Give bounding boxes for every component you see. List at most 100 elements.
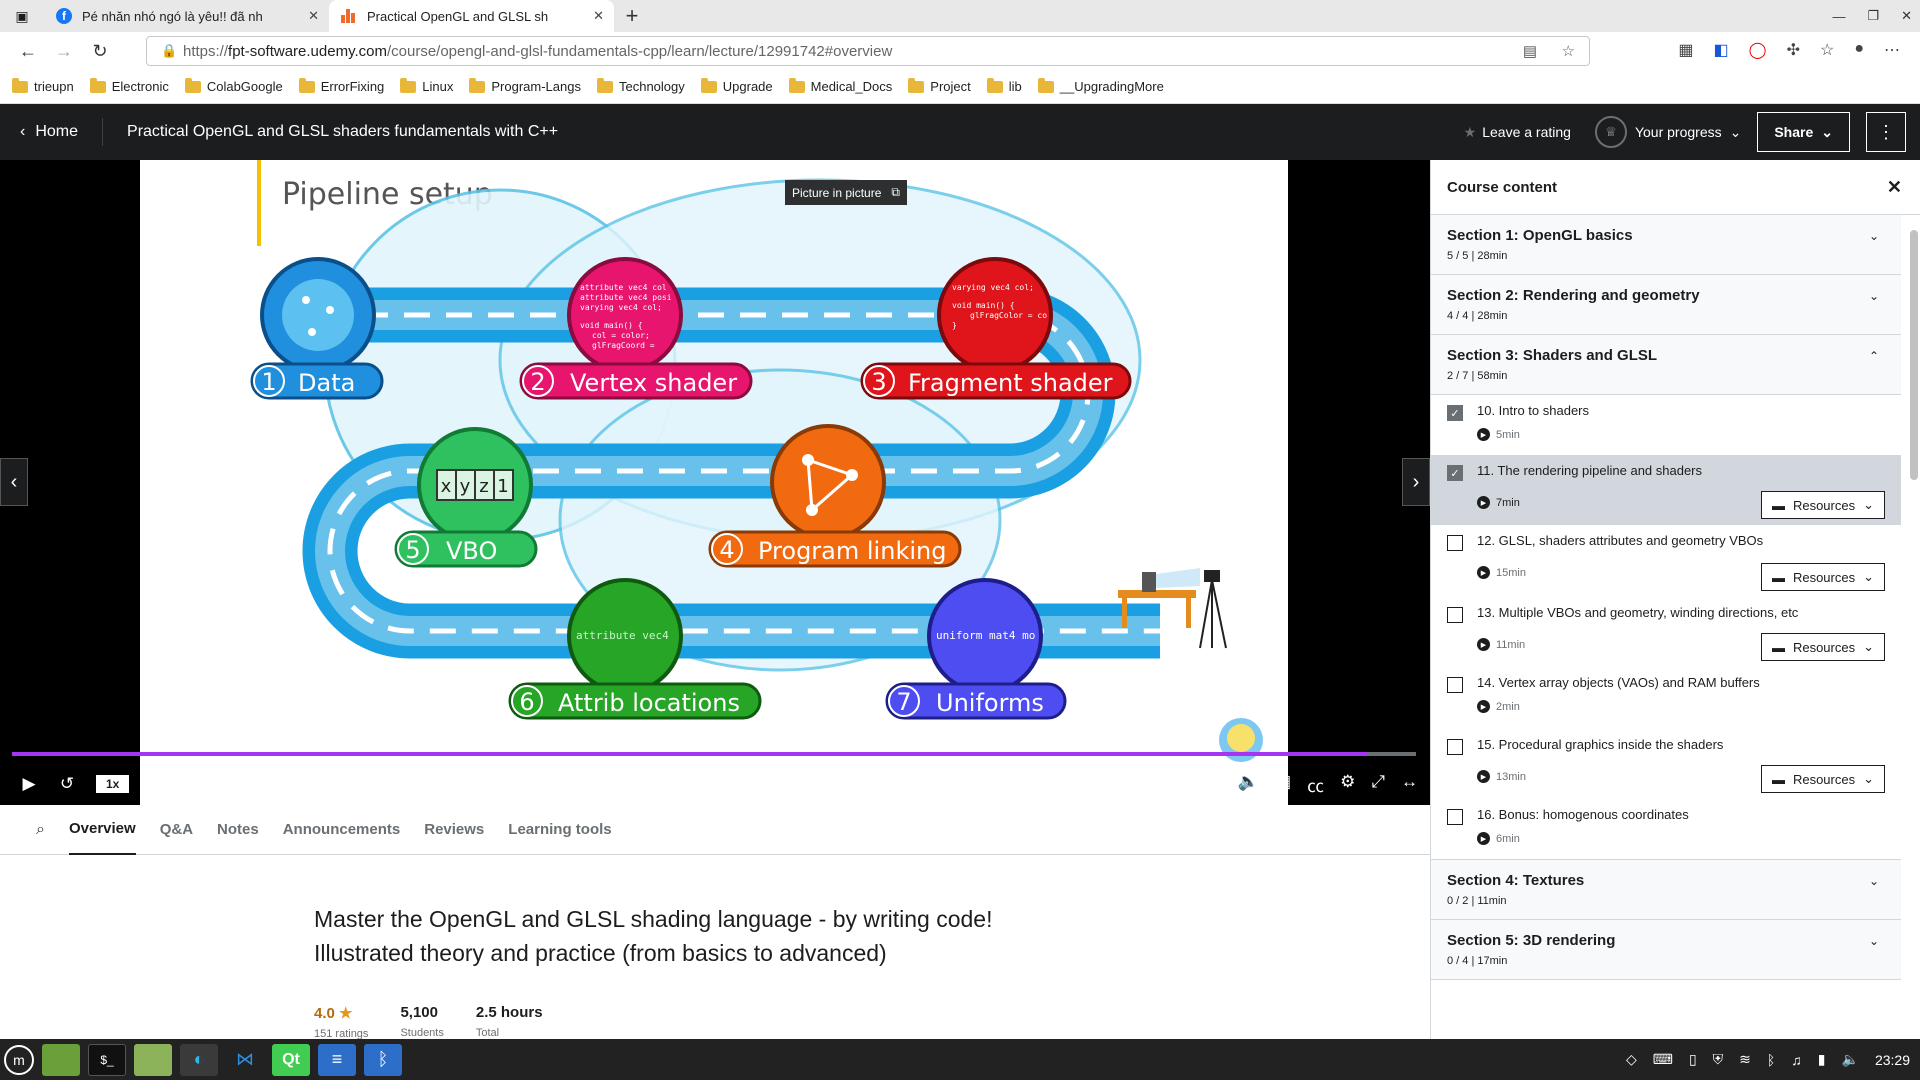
lecture-item[interactable]: 16. Bonus: homogenous coordinates ▶ 6min — [1431, 799, 1901, 859]
close-icon[interactable]: ✕ — [593, 8, 604, 24]
bluetooth-icon[interactable]: ᛒ — [1767, 1052, 1775, 1068]
checkbox[interactable] — [1447, 677, 1463, 693]
extensions-icon[interactable]: ✣ — [1787, 40, 1800, 60]
bookmark-folder[interactable]: Technology — [596, 77, 685, 94]
next-lecture-button[interactable]: › — [1402, 458, 1430, 506]
transcript-icon[interactable]: ▤ — [1275, 772, 1291, 797]
fullscreen-icon[interactable]: ⤢ — [1371, 772, 1385, 797]
close-window-icon[interactable]: ✕ — [1901, 8, 1912, 24]
bookmark-folder[interactable]: ErrorFixing — [298, 77, 384, 94]
keyboard-icon[interactable]: ⌨ — [1653, 1051, 1673, 1068]
bookmark-folder[interactable]: Project — [908, 77, 971, 94]
bluetooth-app-icon[interactable]: ᛒ — [364, 1043, 402, 1076]
lecture-item[interactable]: 13. Multiple VBOs and geometry, winding … — [1431, 597, 1901, 667]
mint-menu-icon[interactable]: m — [4, 1044, 34, 1075]
tab-qa[interactable]: Q&A — [160, 805, 193, 855]
section-header[interactable]: Section 3: Shaders and GLSL 2 / 7 | 58min… — [1431, 335, 1901, 395]
your-progress-button[interactable]: ♕ Your progress ⌄ — [1594, 116, 1741, 148]
bookmark-folder[interactable]: Electronic — [89, 77, 169, 94]
browser-tab-udemy[interactable]: Practical OpenGL and GLSL sh ✕ — [329, 0, 614, 32]
volume-icon[interactable]: 🔈 — [1842, 1051, 1859, 1068]
vpn-icon[interactable]: ◇ — [1626, 1051, 1637, 1068]
sidebar-scrollbar[interactable] — [1910, 230, 1918, 1030]
lecture-item[interactable]: 15. Procedural graphics inside the shade… — [1431, 729, 1901, 799]
text-editor-icon[interactable]: ≡ — [318, 1043, 356, 1076]
captions-icon[interactable]: ㏄ — [1307, 772, 1324, 797]
tab-learning-tools[interactable]: Learning tools — [508, 805, 611, 855]
resources-button[interactable]: ▬ Resources ⌄ — [1760, 633, 1885, 661]
more-options-icon[interactable]: ⋮ — [1866, 112, 1906, 152]
favorites-icon[interactable]: ☆ — [1820, 40, 1834, 60]
section-header[interactable]: Section 2: Rendering and geometry 4 / 4 |… — [1431, 275, 1901, 335]
playback-speed-button[interactable]: 1x — [96, 775, 130, 793]
lecture-item[interactable]: 14. Vertex array objects (VAOs) and RAM … — [1431, 667, 1901, 729]
rewind-icon[interactable]: ↺ — [48, 774, 86, 794]
resources-button[interactable]: ▬ Resources ⌄ — [1760, 563, 1885, 591]
reader-mode-icon[interactable]: ▤ — [1523, 42, 1537, 60]
edge-browser-icon[interactable]: ◐ — [180, 1043, 218, 1076]
scrollbar-thumb[interactable] — [1910, 230, 1918, 480]
collections-icon[interactable]: ▦ — [1678, 40, 1693, 60]
bookmark-folder[interactable]: __UpgradingMore — [1037, 77, 1164, 94]
bookmark-folder[interactable]: trieupn — [12, 77, 74, 94]
tab-actions-icon[interactable]: ▣ — [0, 8, 44, 25]
previous-lecture-button[interactable]: ‹ — [0, 458, 28, 506]
more-menu-icon[interactable]: ⋯ — [1884, 40, 1900, 60]
volume-icon[interactable]: 🔈 — [1238, 772, 1259, 797]
new-tab-button[interactable]: + — [614, 3, 650, 29]
play-icon[interactable]: ▶ — [10, 774, 48, 794]
picture-in-picture-button[interactable]: Picture in picture ⧉ — [785, 180, 907, 205]
vscode-icon[interactable]: ⋈ — [226, 1044, 264, 1076]
bookmark-folder[interactable]: Linux — [400, 77, 453, 94]
forward-icon[interactable]: → — [46, 41, 82, 62]
expand-width-icon[interactable]: ↔ — [1401, 772, 1418, 797]
shield-icon[interactable]: ⛨ — [1713, 1051, 1724, 1068]
leave-rating-button[interactable]: ★ Leave a rating — [1464, 124, 1571, 141]
resources-button[interactable]: ▬ Resources ⌄ — [1760, 491, 1885, 519]
lecture-item[interactable]: 12. GLSL, shaders attributes and geometr… — [1431, 525, 1901, 597]
home-link[interactable]: ‹ Home — [20, 123, 78, 141]
tab-reviews[interactable]: Reviews — [424, 805, 484, 855]
checkbox[interactable] — [1447, 809, 1463, 825]
search-icon[interactable]: ⌕ — [36, 821, 45, 839]
url-bar[interactable]: 🔒 https://fpt-software.udemy.com/course/… — [146, 36, 1590, 66]
close-icon[interactable]: ✕ — [308, 8, 319, 24]
show-desktop-icon[interactable] — [42, 1043, 80, 1076]
wifi-icon[interactable]: ≋ — [1739, 1051, 1751, 1068]
profile-avatar-icon[interactable]: ● — [1854, 40, 1864, 60]
forward-icon[interactable]: ↻ — [139, 774, 177, 794]
checkbox[interactable] — [1447, 535, 1463, 551]
files-icon[interactable] — [134, 1043, 172, 1076]
tab-notes[interactable]: Notes — [217, 805, 259, 855]
bookmark-folder[interactable]: ColabGoogle — [184, 77, 283, 94]
checkbox[interactable] — [1447, 739, 1463, 755]
completed-checkbox[interactable]: ✓ — [1447, 465, 1463, 481]
maximize-icon[interactable]: ❐ — [1867, 8, 1879, 24]
browser-tab-facebook[interactable]: f Pé nhăn nhó ngó là yêu!! đã nh ✕ — [44, 0, 329, 32]
course-title[interactable]: Practical OpenGL and GLSL shaders fundam… — [127, 123, 558, 141]
section-header[interactable]: Section 5: 3D rendering 0 / 4 | 17min ⌄ — [1431, 920, 1901, 980]
lecture-item-current[interactable]: ✓ 11. The rendering pipeline and shaders… — [1431, 455, 1901, 525]
video-progress-bar[interactable] — [12, 752, 1416, 756]
back-icon[interactable]: ← — [10, 41, 46, 62]
refresh-icon[interactable]: ↻ — [82, 41, 118, 62]
music-icon[interactable]: ♫ — [1791, 1052, 1802, 1068]
lecture-item[interactable]: ✓ 10. Intro to shaders ▶ 5min — [1431, 395, 1901, 455]
tab-overview[interactable]: Overview — [68, 805, 136, 855]
section-header[interactable]: Section 1: OpenGL basics 5 / 5 | 28min ⌄ — [1431, 215, 1901, 275]
share-button[interactable]: Share ⌄ — [1757, 112, 1850, 152]
qt-creator-icon[interactable]: Qt — [272, 1043, 310, 1076]
opera-extension-icon[interactable]: ◯ — [1749, 40, 1767, 60]
clipboard-icon[interactable]: ▯ — [1689, 1051, 1697, 1068]
bookmark-folder[interactable]: Program-Langs — [469, 77, 581, 94]
close-icon[interactable]: ✕ — [1887, 177, 1902, 198]
terminal-icon[interactable]: $_ — [88, 1043, 126, 1076]
battery-icon[interactable]: ▮ — [1818, 1051, 1826, 1068]
bookmark-folder[interactable]: Medical_Docs — [788, 77, 892, 94]
notes-icon[interactable]: ≡ — [258, 774, 296, 794]
bookmark-folder[interactable]: Upgrade — [700, 77, 773, 94]
translate-extension-icon[interactable]: ◧ — [1714, 40, 1729, 60]
clock[interactable]: 23:29 — [1875, 1052, 1910, 1068]
favorite-star-icon[interactable]: ☆ — [1562, 42, 1575, 60]
minimize-icon[interactable]: — — [1832, 9, 1845, 24]
